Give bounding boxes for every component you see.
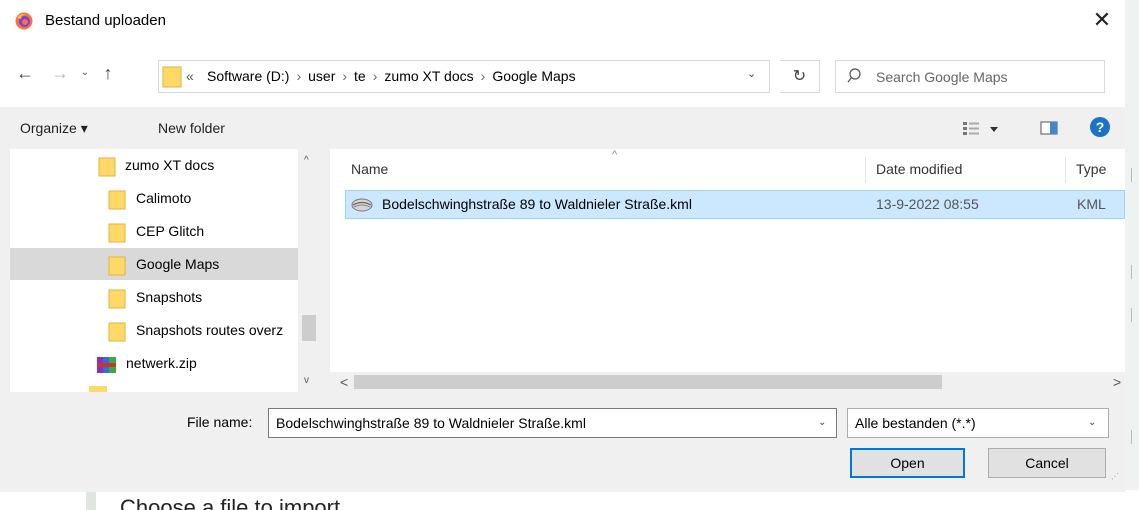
file-date-modified: 13-9-2022 08:55	[876, 196, 979, 212]
file-type-filter-select[interactable]: Alle bestanden (*.*) ⌄	[847, 408, 1109, 438]
tree-item-snapshots[interactable]: Snapshots	[10, 281, 298, 313]
breadcrumb-item[interactable]: te	[354, 68, 366, 84]
tree-item-label: Snapshots routes overz	[136, 322, 284, 338]
tree-item-google-maps[interactable]: Google Maps	[10, 248, 298, 280]
sort-indicator-icon: ^	[612, 149, 618, 161]
background-page-bottom: Choose a file to import	[0, 490, 1139, 510]
scrollbar-thumb[interactable]	[302, 315, 316, 341]
background-fragment	[1131, 265, 1139, 279]
tree-item-label: Calimoto	[136, 190, 192, 206]
breadcrumb-separator[interactable]: ›	[373, 68, 378, 84]
recent-locations-button[interactable]: ⌄	[77, 60, 93, 86]
help-icon[interactable]: ?	[1090, 117, 1110, 137]
kml-file-icon	[351, 198, 373, 212]
column-header-type[interactable]: Type	[1076, 161, 1106, 177]
folder-icon	[89, 386, 107, 392]
folder-icon	[98, 157, 116, 177]
background-bar	[86, 490, 96, 510]
search-placeholder: Search Google Maps	[876, 69, 1008, 85]
navigation-scrollbar[interactable]: ^ v	[298, 149, 320, 392]
background-page-edge	[1125, 0, 1139, 510]
background-heading: Choose a file to import	[120, 495, 341, 510]
breadcrumb-item[interactable]: Software (D:)	[207, 68, 289, 84]
folder-icon	[108, 256, 126, 276]
chevron-down-icon[interactable]: ⌄	[1088, 417, 1096, 428]
search-input[interactable]: Search Google Maps	[835, 60, 1105, 93]
file-upload-dialog: Bestand uploaden ✕ ← → ⌄ ↑ « Software (D…	[0, 0, 1125, 492]
chevron-down-icon[interactable]: ⌄	[747, 67, 756, 80]
zip-archive-icon	[97, 357, 116, 373]
scroll-left-arrow[interactable]: <	[340, 374, 348, 390]
file-type-filter-value: Alle bestanden (*.*)	[855, 415, 976, 431]
file-name-value: Bodelschwinghstraße 89 to Waldnieler Str…	[276, 415, 586, 431]
breadcrumb-separator[interactable]: ›	[296, 68, 301, 84]
column-divider[interactable]	[865, 157, 866, 183]
file-name-input[interactable]: Bodelschwinghstraße 89 to Waldnieler Str…	[268, 408, 837, 438]
change-view-icon[interactable]	[962, 120, 1004, 138]
dialog-title: Bestand uploaden	[45, 12, 166, 29]
background-fragment	[1131, 430, 1139, 444]
overflow-chevron[interactable]: «	[186, 68, 194, 84]
column-header-name[interactable]: Name	[351, 161, 388, 177]
open-button[interactable]: Open	[850, 448, 965, 478]
file-name-label: File name:	[187, 414, 253, 430]
file-row[interactable]: Bodelschwinghstraße 89 to Waldnieler Str…	[345, 190, 1125, 219]
tree-item-label: netwerk.zip	[126, 355, 197, 371]
scroll-right-arrow[interactable]: >	[1113, 374, 1121, 390]
preview-pane-icon[interactable]	[1040, 119, 1058, 137]
background-fragment	[1131, 308, 1139, 322]
tree-item-zumo-xt-docs[interactable]: zumo XT docs	[10, 149, 298, 181]
background-fragment	[1131, 168, 1139, 182]
refresh-button[interactable]: ↻	[780, 60, 820, 93]
dialog-footer: File name: Bodelschwinghstraße 89 to Wal…	[0, 392, 1125, 492]
forward-button[interactable]: →	[47, 60, 73, 86]
tree-item-snapshots-routes[interactable]: Snapshots routes overz	[10, 314, 298, 346]
tree-item-calimoto[interactable]: Calimoto	[10, 182, 298, 214]
navigation-pane: zumo XT docs Calimoto CEP Glitch Google …	[10, 149, 320, 392]
folder-icon	[162, 66, 182, 88]
address-bar[interactable]: « Software (D:) › user › te › zumo XT docs › Goo…	[158, 60, 770, 93]
chevron-down-icon[interactable]: ⌄	[818, 417, 826, 428]
tree-item-label: zumo XT docs	[125, 157, 215, 173]
scroll-down-arrow[interactable]: v	[304, 375, 309, 386]
command-bar: Organize ▾ New folder ?	[0, 107, 1125, 149]
tree-item-cep-glitch[interactable]: CEP Glitch	[10, 215, 298, 247]
breadcrumb: Software (D:) › user › te › zumo XT docs › Googl…	[207, 68, 576, 84]
file-list: ^ Name Date modified Type Bodelschwinghs…	[330, 149, 1125, 392]
title-bar[interactable]: Bestand uploaden ✕	[0, 0, 1125, 40]
breadcrumb-item[interactable]: user	[308, 68, 335, 84]
folder-icon	[108, 190, 126, 210]
column-header-date-modified[interactable]: Date modified	[876, 161, 962, 177]
tree-item-label: Google Maps	[136, 256, 220, 272]
breadcrumb-item[interactable]: Google Maps	[492, 68, 575, 84]
horizontal-scrollbar[interactable]: < >	[330, 372, 1125, 392]
back-button[interactable]: ←	[12, 60, 38, 86]
breadcrumb-separator[interactable]: ›	[481, 68, 486, 84]
tree-item-label: Snapshots	[136, 289, 203, 305]
folder-icon	[108, 289, 126, 309]
resize-grip[interactable]: ⋰	[1111, 473, 1121, 484]
tree-item-netwerk-zip[interactable]: netwerk.zip	[10, 347, 298, 379]
file-name: Bodelschwinghstraße 89 to Waldnieler Str…	[382, 196, 692, 212]
up-button[interactable]: ↑	[97, 60, 119, 86]
close-button[interactable]: ✕	[1084, 6, 1120, 36]
search-icon	[847, 68, 861, 83]
cancel-button[interactable]: Cancel	[988, 448, 1106, 478]
organize-button[interactable]: Organize ▾	[20, 120, 88, 137]
navigation-bar: ← → ⌄ ↑ « Software (D:) › user › te › zumo XT …	[0, 40, 1125, 107]
breadcrumb-separator[interactable]: ›	[342, 68, 347, 84]
tree-item-label: CEP Glitch	[136, 223, 205, 239]
scrollbar-thumb[interactable]	[354, 375, 942, 389]
scroll-up-arrow[interactable]: ^	[304, 155, 309, 166]
new-folder-button[interactable]: New folder	[158, 120, 225, 136]
folder-icon	[108, 322, 126, 342]
file-type: KML	[1077, 196, 1106, 212]
firefox-icon	[15, 12, 33, 30]
folder-icon	[108, 223, 126, 243]
column-divider[interactable]	[1065, 157, 1066, 183]
breadcrumb-item[interactable]: zumo XT docs	[384, 68, 473, 84]
